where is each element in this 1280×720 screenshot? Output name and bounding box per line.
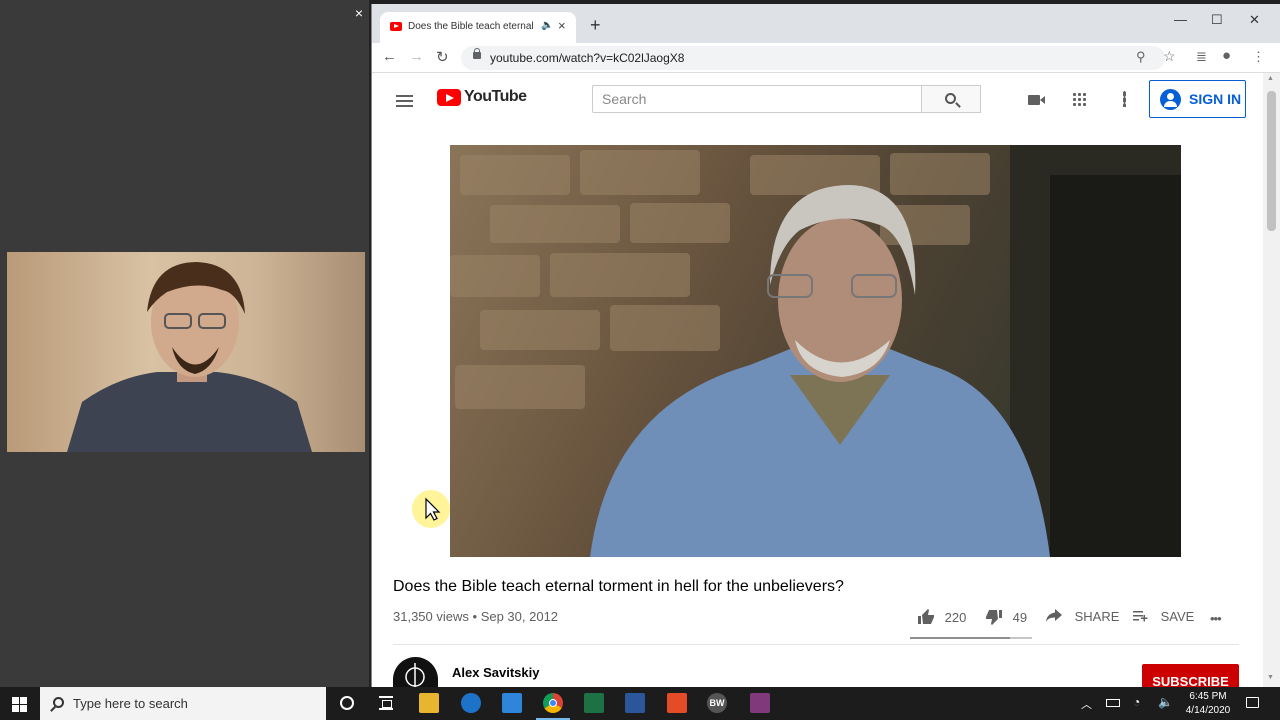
dislike-count: 49 <box>1012 610 1028 625</box>
excel-icon[interactable] <box>584 693 604 713</box>
save-button[interactable]: SAVE <box>1133 609 1194 624</box>
taskbar-search-placeholder: Type here to search <box>73 696 188 711</box>
meta-separator: • <box>472 609 481 624</box>
volume-icon[interactable]: 🔈 <box>1158 695 1173 709</box>
playlist-add-icon <box>1133 611 1148 622</box>
scrollbar-thumb[interactable] <box>1267 91 1276 231</box>
video-frame <box>450 145 1181 557</box>
channel-name[interactable]: Alex Savitskiy <box>452 665 539 680</box>
tab-title: Does the Bible teach eternal <box>408 21 534 32</box>
clock-date: 4/14/2020 <box>1185 705 1231 716</box>
cursor-highlight <box>412 490 450 528</box>
tab-close-icon[interactable]: × <box>558 18 566 33</box>
webcam-feed <box>7 252 365 452</box>
thumbs-down-icon <box>986 610 1002 625</box>
search-icon <box>945 93 956 104</box>
more-vert-icon[interactable] <box>1123 91 1126 107</box>
create-video-icon[interactable] <box>1028 95 1045 105</box>
browser-menu-icon[interactable]: ⋮ <box>1252 49 1265 65</box>
presenter-silhouette <box>67 262 312 452</box>
bookmark-star-icon[interactable]: ☆ <box>1163 48 1176 65</box>
lock-icon <box>473 48 481 59</box>
search-button[interactable] <box>922 85 981 113</box>
channel-logo-icon <box>405 663 425 687</box>
webcam-panel: × <box>0 0 370 687</box>
like-button[interactable]: 220 <box>917 609 966 625</box>
search-box <box>592 85 922 113</box>
search-input[interactable] <box>593 86 921 112</box>
new-tab-button[interactable]: + <box>590 16 601 34</box>
more-actions-icon[interactable]: ••• <box>1210 611 1222 626</box>
system-clock[interactable]: 6:45 PM 4/14/2020 <box>1178 690 1238 718</box>
like-count: 220 <box>944 610 967 625</box>
view-count: 31,350 views <box>393 609 469 624</box>
windows-taskbar: Type here to search BW ︿ ◔ 🔈 6:45 PM 4/1… <box>0 687 1280 720</box>
divider <box>393 644 1239 645</box>
word-icon[interactable] <box>625 693 645 713</box>
tab-strip: Does the Bible teach eternal 🔈 × + — ☐ ✕ <box>372 4 1280 43</box>
battery-icon[interactable] <box>1106 699 1120 707</box>
address-bar[interactable]: youtube.com/watch?v=kC02lJaogX8 <box>461 46 1165 70</box>
share-button[interactable]: SHARE <box>1046 609 1119 624</box>
thumbs-up-icon <box>918 609 934 624</box>
notification-center-icon[interactable] <box>1246 697 1259 708</box>
media-control-icon[interactable]: ≣ <box>1196 49 1207 65</box>
speaker-icon[interactable]: 🔈 <box>541 20 553 31</box>
close-window-button[interactable]: ✕ <box>1249 12 1260 28</box>
zoom-icon[interactable]: ⚲ <box>1136 49 1146 65</box>
sign-in-label: SIGN IN <box>1189 91 1242 107</box>
forward-button[interactable]: → <box>409 48 424 65</box>
dislike-button[interactable]: 49 <box>985 609 1027 625</box>
maximize-button[interactable]: ☐ <box>1211 12 1223 28</box>
back-button[interactable]: ← <box>382 48 397 65</box>
share-arrow-icon <box>1046 609 1062 622</box>
search-icon <box>53 697 64 708</box>
acrobat-icon[interactable] <box>667 693 687 713</box>
share-label: SHARE <box>1074 609 1120 624</box>
save-label: SAVE <box>1160 609 1195 624</box>
video-title: Does the Bible teach eternal torment in … <box>393 578 844 595</box>
upload-date: Sep 30, 2012 <box>480 609 559 624</box>
task-view-icon[interactable] <box>379 696 393 710</box>
reload-button[interactable]: ↻ <box>436 48 449 66</box>
profile-icon[interactable]: ● <box>1222 47 1231 64</box>
subscribe-button[interactable]: SUBSCRIBE <box>1142 664 1239 687</box>
hamburger-menu-icon[interactable] <box>396 95 413 107</box>
tab-active[interactable]: Does the Bible teach eternal 🔈 × <box>380 12 576 43</box>
sentiment-bar <box>910 637 1032 639</box>
close-icon[interactable]: × <box>352 6 366 20</box>
youtube-logo-icon[interactable] <box>437 89 461 106</box>
mail-icon[interactable] <box>502 693 522 713</box>
channel-avatar[interactable] <box>393 657 438 687</box>
youtube-favicon-icon <box>390 22 402 31</box>
mouse-pointer-icon <box>425 497 441 521</box>
scroll-up-icon[interactable]: ▲ <box>1267 75 1274 82</box>
youtube-header: YouTube SIGN IN <box>372 73 1263 127</box>
chrome-center <box>549 699 557 707</box>
tray-overflow-icon[interactable]: ︿ <box>1081 696 1092 712</box>
file-explorer-icon[interactable] <box>419 693 439 713</box>
minimize-button[interactable]: — <box>1174 12 1187 27</box>
account-icon <box>1160 89 1181 110</box>
sentiment-bar-fill <box>910 637 1011 639</box>
url-text[interactable]: youtube.com/watch?v=kC02lJaogX8 <box>490 51 684 65</box>
page-scrollbar[interactable]: ▲ ▼ <box>1263 73 1280 687</box>
onenote-icon[interactable] <box>750 693 770 713</box>
clock-time: 6:45 PM <box>1189 691 1227 702</box>
windows-start-icon[interactable] <box>12 697 27 712</box>
edge-icon[interactable] <box>461 693 481 713</box>
apps-grid-icon[interactable] <box>1072 92 1086 106</box>
sign-in-button[interactable]: SIGN IN <box>1149 80 1246 118</box>
taskbar-search-box[interactable]: Type here to search <box>40 687 326 720</box>
scroll-down-icon[interactable]: ▼ <box>1267 674 1274 681</box>
youtube-wordmark[interactable]: YouTube <box>464 88 527 106</box>
video-meta: 31,350 views • Sep 30, 2012 <box>393 609 558 624</box>
chrome-icon[interactable] <box>543 693 563 713</box>
cortana-icon[interactable] <box>340 696 354 710</box>
bw-app-icon[interactable]: BW <box>707 693 727 713</box>
video-player[interactable] <box>450 145 1181 557</box>
browser-window: Does the Bible teach eternal 🔈 × + — ☐ ✕… <box>371 4 1280 687</box>
wifi-icon[interactable]: ◔ <box>1133 695 1140 709</box>
browser-toolbar: ← → ↻ youtube.com/watch?v=kC02lJaogX8 ⚲ … <box>372 43 1280 73</box>
